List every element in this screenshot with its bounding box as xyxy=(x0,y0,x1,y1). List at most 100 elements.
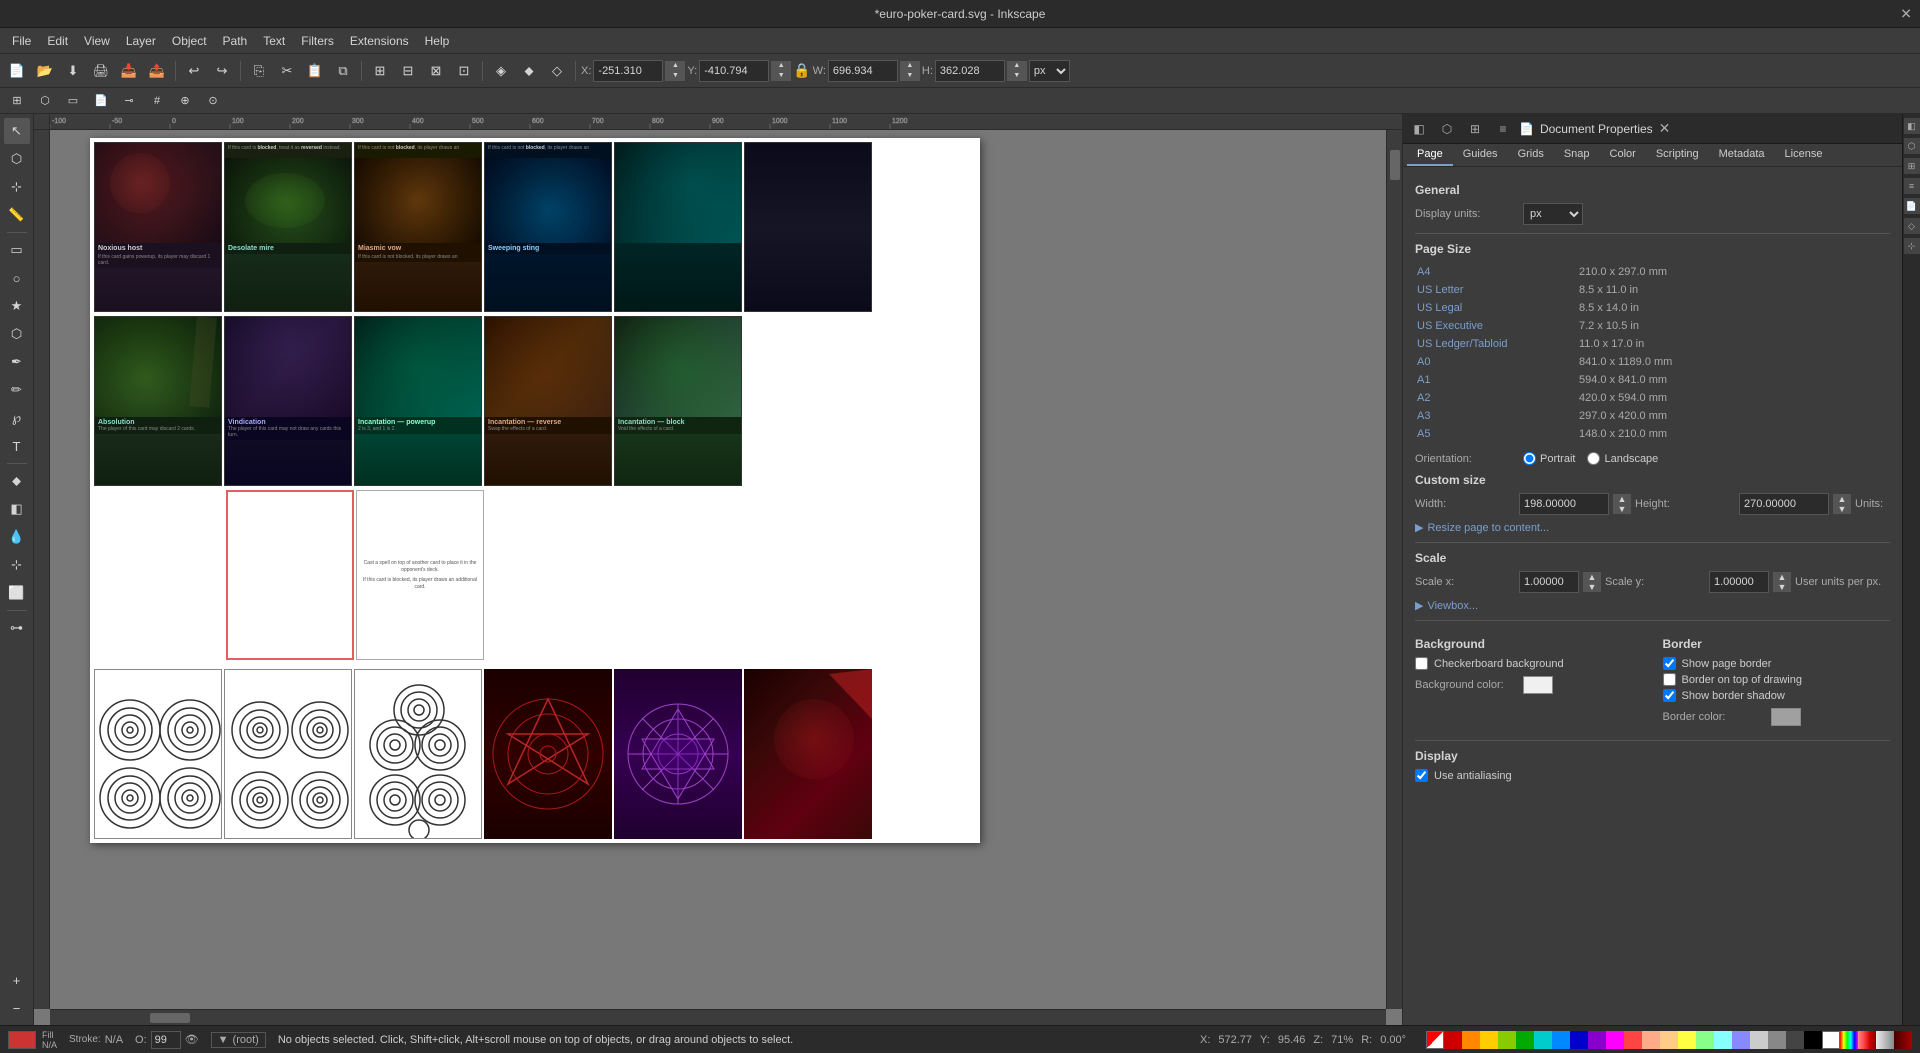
print-button[interactable]: 🖨 xyxy=(88,58,114,84)
menu-layer[interactable]: Layer xyxy=(118,32,164,50)
circles-card-2[interactable] xyxy=(224,669,352,839)
x-increment[interactable]: ▲ xyxy=(665,61,685,71)
spray-tool[interactable]: ⊹ xyxy=(4,552,30,578)
scaley-decrement[interactable]: ▼ xyxy=(1773,582,1791,592)
redo-button[interactable]: ↪ xyxy=(209,58,235,84)
circles-card-3[interactable] xyxy=(354,669,482,839)
card-item[interactable] xyxy=(614,142,742,312)
y-increment[interactable]: ▲ xyxy=(771,61,791,71)
eraser-tool[interactable]: ⬜ xyxy=(4,580,30,606)
connector-tool[interactable]: ⊶ xyxy=(4,615,30,641)
palette-dark-gray[interactable] xyxy=(1786,1031,1804,1049)
text-card[interactable]: Cast a spell on top of another card to p… xyxy=(356,490,484,660)
menu-path[interactable]: Path xyxy=(215,32,256,50)
text-tool[interactable]: T xyxy=(4,433,30,459)
cut-button[interactable]: ✂ xyxy=(274,58,300,84)
viewbox-row[interactable]: ▶ Viewbox... xyxy=(1415,599,1890,612)
zoom-tool[interactable]: ⊹ xyxy=(4,174,30,200)
open-button[interactable]: 📂 xyxy=(32,58,58,84)
distribute-button[interactable]: ⊟ xyxy=(395,58,421,84)
snap-page[interactable]: 📄 xyxy=(88,88,114,114)
border-color-swatch[interactable] xyxy=(1771,708,1801,726)
card-item[interactable]: Incantation — reverse Swap the effects o… xyxy=(484,316,612,486)
pencil-tool[interactable]: ✏ xyxy=(4,377,30,403)
palette-peach[interactable] xyxy=(1660,1031,1678,1049)
antialiasing-label[interactable]: Use antialiasing xyxy=(1415,769,1890,782)
paste-button[interactable]: 📋 xyxy=(302,58,328,84)
tab-grids[interactable]: Grids xyxy=(1508,144,1554,166)
ungroup-button[interactable]: ⊡ xyxy=(451,58,477,84)
snap-grid[interactable]: # xyxy=(144,88,170,114)
snap-bbox[interactable]: ▭ xyxy=(60,88,86,114)
palette-red[interactable] xyxy=(1444,1031,1462,1049)
zoom-in-tool[interactable]: + xyxy=(4,967,30,993)
size-link-a0[interactable]: A0 xyxy=(1417,354,1577,370)
palette-white[interactable] xyxy=(1822,1031,1840,1049)
card-item[interactable]: If this card is not blocked, its player … xyxy=(484,142,612,312)
panel-close-button[interactable]: ✕ xyxy=(1659,120,1671,137)
palette-gray[interactable] xyxy=(1768,1031,1786,1049)
palette-green[interactable] xyxy=(1516,1031,1534,1049)
menu-object[interactable]: Object xyxy=(164,32,215,50)
portrait-radio-label[interactable]: Portrait xyxy=(1523,452,1575,465)
opacity-input[interactable] xyxy=(151,1031,181,1049)
landscape-radio[interactable] xyxy=(1587,452,1600,465)
snap-guide[interactable]: ⊸ xyxy=(116,88,142,114)
xml-button[interactable]: ◇ xyxy=(544,58,570,84)
group-button[interactable]: ⊠ xyxy=(423,58,449,84)
select-tool[interactable]: ↖ xyxy=(4,118,30,144)
menu-view[interactable]: View xyxy=(76,32,118,50)
tab-page[interactable]: Page xyxy=(1407,144,1453,166)
vscrollbar[interactable] xyxy=(1386,130,1402,1009)
palette-red-range[interactable] xyxy=(1858,1031,1876,1049)
size-link-usletter[interactable]: US Letter xyxy=(1417,282,1577,298)
vscroll-thumb[interactable] xyxy=(1390,150,1400,180)
width-decrement[interactable]: ▼ xyxy=(1613,504,1631,514)
h-increment[interactable]: ▲ xyxy=(1007,61,1027,71)
resize-to-content-row[interactable]: ▶ Resize page to content... xyxy=(1415,521,1890,534)
palette-dark-red-range[interactable] xyxy=(1894,1031,1912,1049)
clone-button[interactable]: ⧉ xyxy=(330,58,356,84)
bg-color-swatch[interactable] xyxy=(1523,676,1553,694)
snap-midpoint[interactable]: ⊙ xyxy=(200,88,226,114)
scalex-decrement[interactable]: ▼ xyxy=(1583,582,1601,592)
menu-extensions[interactable]: Extensions xyxy=(342,32,417,50)
palette-light-green[interactable] xyxy=(1696,1031,1714,1049)
polygon-tool[interactable]: ⬡ xyxy=(4,321,30,347)
canvas-area[interactable]: -100 -50 0 100 200 300 400 500 6 xyxy=(34,114,1402,1025)
snap-nodes[interactable]: ⬡ xyxy=(32,88,58,114)
w-input[interactable] xyxy=(828,60,898,82)
height-input[interactable] xyxy=(1739,493,1829,515)
menu-help[interactable]: Help xyxy=(417,32,458,50)
visibility-toggle[interactable]: 👁 xyxy=(185,1033,199,1046)
y-input[interactable] xyxy=(699,60,769,82)
size-link-uslegal[interactable]: US Legal xyxy=(1417,300,1577,316)
card-item[interactable]: If this card is not blocked, its player … xyxy=(354,142,482,312)
menu-filters[interactable]: Filters xyxy=(293,32,342,50)
tab-color[interactable]: Color xyxy=(1600,144,1646,166)
align-panel-btn[interactable]: ⊞ xyxy=(1463,117,1487,141)
tab-guides[interactable]: Guides xyxy=(1453,144,1508,166)
import-button[interactable]: 📥 xyxy=(116,58,142,84)
align-button[interactable]: ⊞ xyxy=(367,58,393,84)
circles-card-1[interactable] xyxy=(94,669,222,839)
strip-btn-1[interactable]: ◧ xyxy=(1904,118,1920,134)
show-border-shadow-label[interactable]: Show border shadow xyxy=(1663,689,1891,702)
object-props-panel-btn[interactable]: ⬡ xyxy=(1435,117,1459,141)
lock-proportions-icon[interactable]: 🔒 xyxy=(793,62,810,79)
snap-center[interactable]: ⊕ xyxy=(172,88,198,114)
strip-btn-2[interactable]: ⬡ xyxy=(1904,138,1920,154)
checkerboard-checkbox[interactable] xyxy=(1415,657,1428,670)
strip-btn-7[interactable]: ⊹ xyxy=(1904,238,1920,254)
strip-btn-3[interactable]: ⊞ xyxy=(1904,158,1920,174)
menu-edit[interactable]: Edit xyxy=(39,32,76,50)
palette-dark-blue[interactable] xyxy=(1570,1031,1588,1049)
pentagram-card[interactable] xyxy=(484,669,612,839)
snap-toggle[interactable]: ⊞ xyxy=(4,88,30,114)
size-link-usexecutive[interactable]: US Executive xyxy=(1417,318,1577,334)
blank-card[interactable] xyxy=(226,490,354,660)
tab-license[interactable]: License xyxy=(1775,144,1833,166)
callig-tool[interactable]: ℘ xyxy=(4,405,30,431)
palette-light-gray[interactable] xyxy=(1750,1031,1768,1049)
border-on-top-checkbox[interactable] xyxy=(1663,673,1676,686)
